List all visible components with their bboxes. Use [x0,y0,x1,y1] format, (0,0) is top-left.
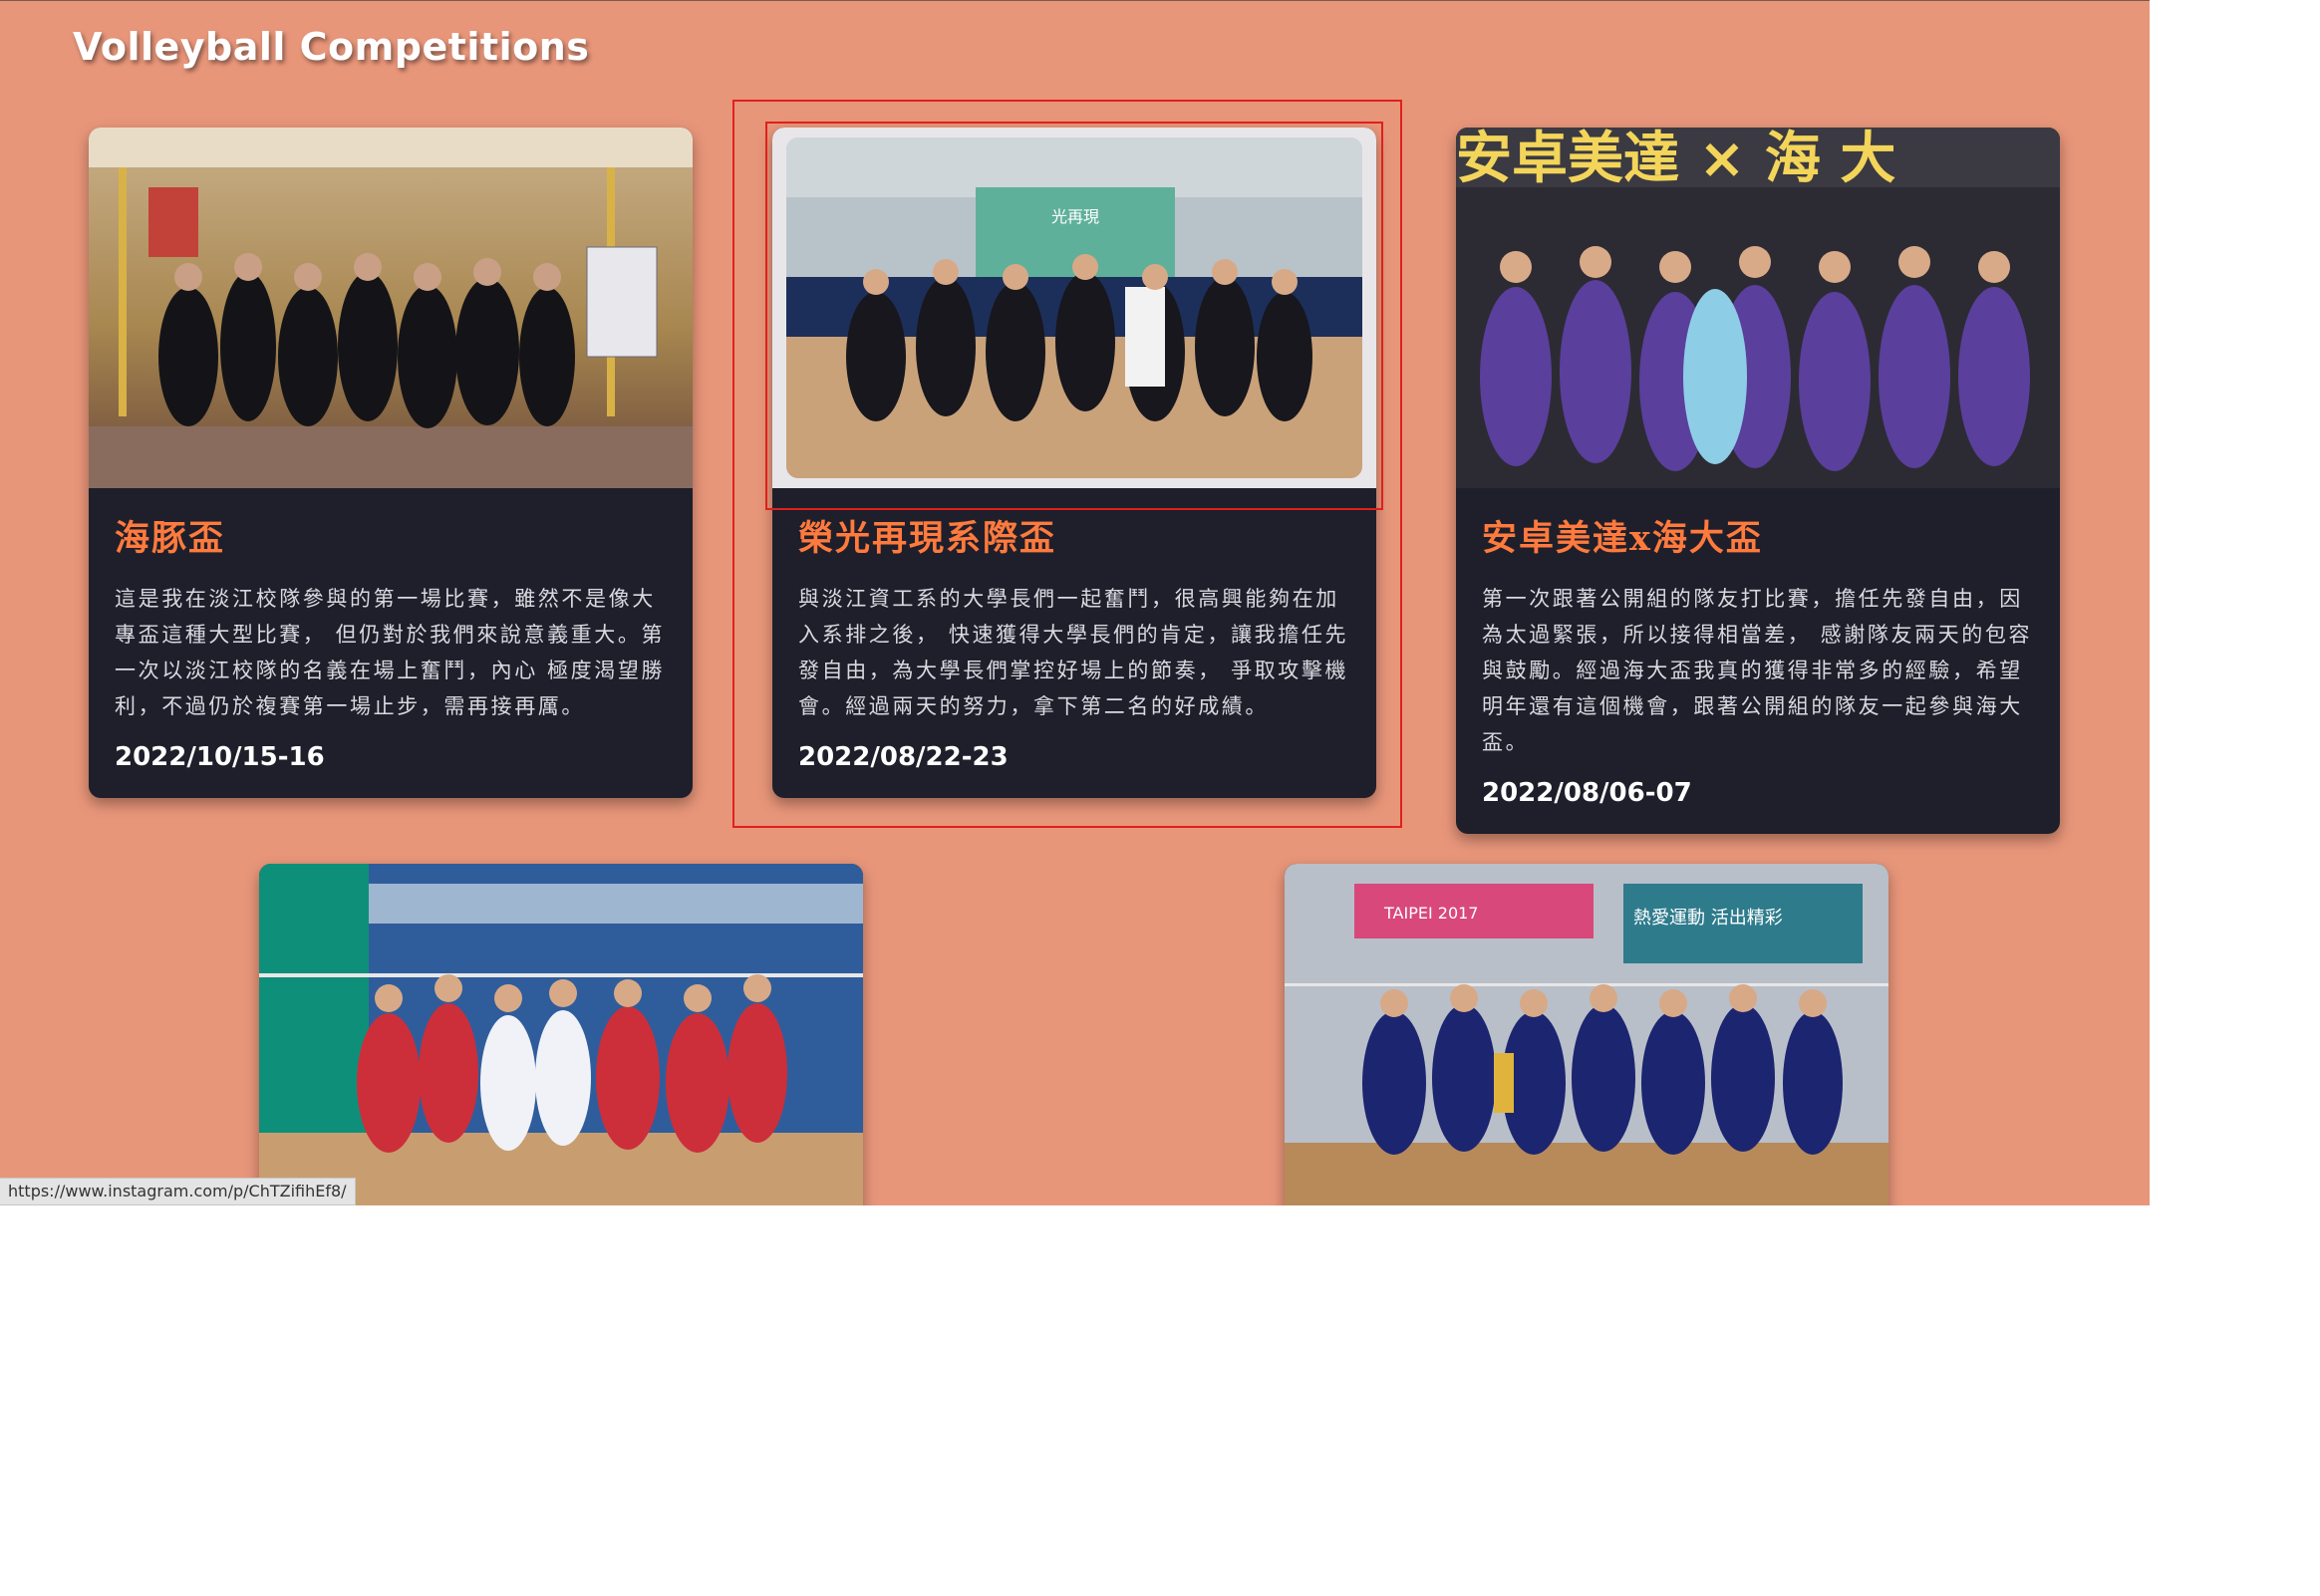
competition-card-dolphin-cup[interactable]: 海豚盃 這是我在淡江校隊參與的第一場比賽，雖然不是像大專盃這種大型比賽， 但仍對… [89,128,693,798]
team-photo: 光再現 [772,128,1376,488]
competition-card-5[interactable]: TAIPEI 2017 熱愛運動 活出精彩 [1285,864,1888,1205]
team-photo [89,128,693,488]
card-description: 這是我在淡江校隊參與的第一場比賽，雖然不是像大專盃這種大型比賽， 但仍對於我們來… [115,587,666,718]
card-title: 榮光再現系際盃 [798,518,1057,559]
page-title: Volleyball Competitions [73,25,590,69]
team-photo: 安卓美達 × 海 大 [1456,128,2060,488]
banner-text: 安卓美達 × 海 大 [1456,128,1895,191]
banner-text: 光再現 [1051,207,1099,226]
competition-card-4[interactable] [259,864,863,1205]
status-bar-url: https://www.instagram.com/p/ChTZifihEf8/ [0,1178,356,1205]
banner-text: 熱愛運動 活出精彩 [1633,908,1783,929]
banner-text: TAIPEI 2017 [1383,904,1478,923]
card-description: 與淡江資工系的大學長們一起奮鬥，很高興能夠在加入系排之後， 快速獲得大學長們的肯… [798,587,1349,718]
page-viewport: Volleyball Competitions 海豚盃 這是我在淡江校隊參與的第… [0,0,2150,1205]
team-photo: TAIPEI 2017 熱愛運動 活出精彩 [1285,864,1888,1205]
team-photo [259,864,863,1205]
card-date: 2022/08/22-23 [798,742,1009,772]
card-title: 海豚盃 [115,518,226,559]
card-date: 2022/10/15-16 [115,742,325,772]
card-title: 安卓美達x海大盃 [1482,518,1763,559]
competition-card-android-cup[interactable]: 安卓美達 × 海 大 安卓美達x海大盃 第一次跟著公開組的隊友打比賽，擔任先發自… [1456,128,2060,834]
card-date: 2022/08/06-07 [1482,778,1692,808]
competition-card-glory-cup[interactable]: 光再現 榮光再現系際盃 與淡江資工系的大學長們一起奮鬥，很高興能夠在加入系排之後… [772,128,1376,798]
card-description: 第一次跟著公開組的隊友打比賽，擔任先發自由，因為太過緊張，所以接得相當差， 感謝… [1482,587,2033,754]
